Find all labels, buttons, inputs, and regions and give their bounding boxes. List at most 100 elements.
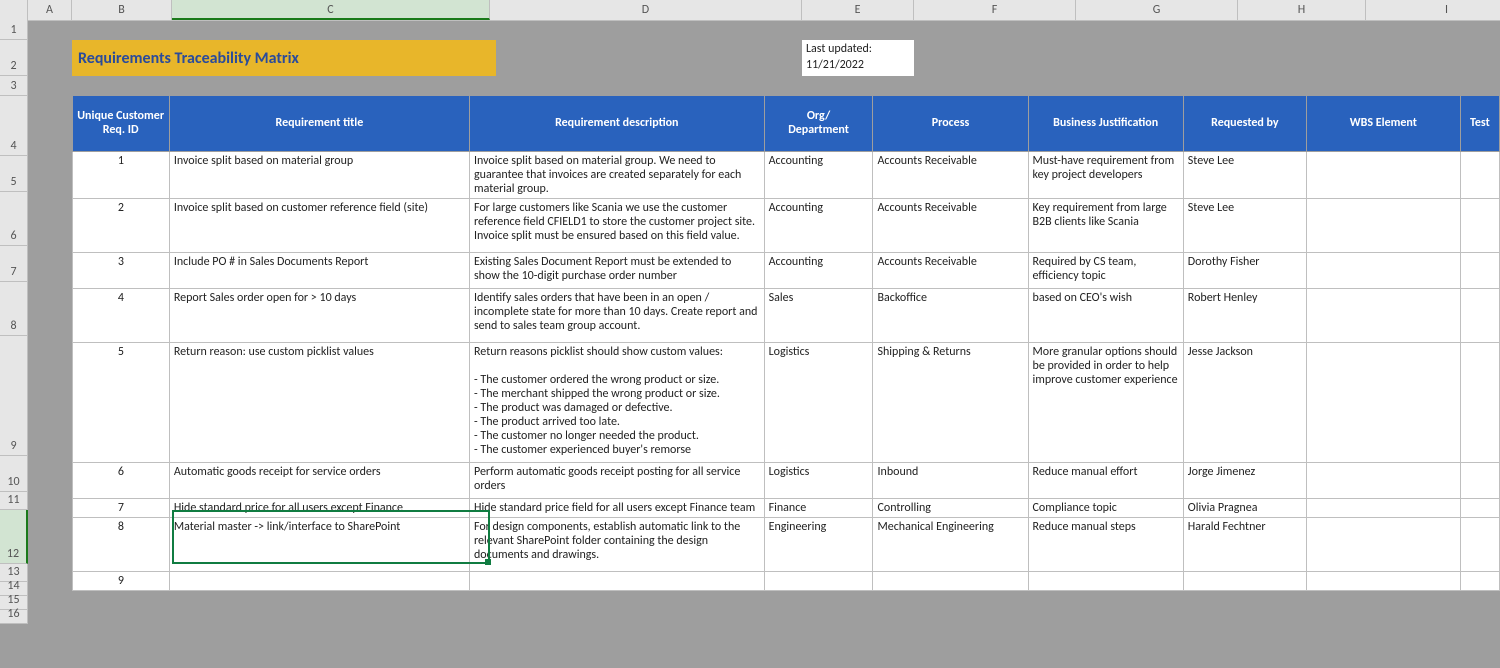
table-row[interactable]: 8Material master -> link/interface to Sh… xyxy=(73,517,1500,571)
row-header-9[interactable]: 9 xyxy=(0,336,28,456)
cell[interactable]: based on CEO's wish xyxy=(1028,288,1183,342)
cell[interactable] xyxy=(1306,462,1460,498)
cell[interactable] xyxy=(1460,498,1499,517)
cell[interactable]: Reduce manual steps xyxy=(1028,517,1183,571)
cell[interactable] xyxy=(873,571,1028,590)
table-row[interactable]: 1Invoice split based on material groupIn… xyxy=(73,151,1500,198)
column-header-G[interactable]: G xyxy=(1076,0,1238,20)
row-header-6[interactable]: 6 xyxy=(0,192,28,246)
table-header[interactable]: Org/ Department xyxy=(764,96,873,151)
column-header-I[interactable]: I xyxy=(1366,0,1500,20)
cell[interactable] xyxy=(1460,288,1499,342)
cell[interactable] xyxy=(1306,571,1460,590)
row-header-10[interactable]: 10 xyxy=(0,456,28,492)
cell[interactable]: Existing Sales Document Report must be e… xyxy=(469,252,764,288)
cell[interactable]: Accounting xyxy=(764,198,873,252)
column-header-F[interactable]: F xyxy=(914,0,1076,20)
cell[interactable]: 8 xyxy=(73,517,170,571)
cell[interactable]: 1 xyxy=(73,151,170,198)
cell[interactable]: Reduce manual effort xyxy=(1028,462,1183,498)
cell[interactable]: 2 xyxy=(73,198,170,252)
column-header-A[interactable]: A xyxy=(28,0,72,20)
cell[interactable]: Compliance topic xyxy=(1028,498,1183,517)
cell[interactable]: Hide standard price for all users except… xyxy=(169,498,469,517)
column-header-H[interactable]: H xyxy=(1238,0,1366,20)
cell[interactable]: Controlling xyxy=(873,498,1028,517)
cell[interactable] xyxy=(1306,288,1460,342)
cell[interactable] xyxy=(1306,517,1460,571)
row-header-3[interactable]: 3 xyxy=(0,76,28,96)
cell[interactable] xyxy=(1460,571,1499,590)
column-header-D[interactable]: D xyxy=(490,0,802,20)
cell[interactable]: Mechanical Engineering xyxy=(873,517,1028,571)
row-header-4[interactable]: 4 xyxy=(0,96,28,156)
row-header-11[interactable]: 11 xyxy=(0,492,28,510)
cell[interactable]: Olivia Pragnea xyxy=(1183,498,1306,517)
cell[interactable]: Engineering xyxy=(764,517,873,571)
cell[interactable]: Must-have requirement from key project d… xyxy=(1028,151,1183,198)
cell[interactable] xyxy=(1460,252,1499,288)
cell[interactable]: Key requirement from large B2B clients l… xyxy=(1028,198,1183,252)
cell[interactable]: Required by CS team, efficiency topic xyxy=(1028,252,1183,288)
cell[interactable] xyxy=(1460,198,1499,252)
select-all-corner[interactable] xyxy=(0,0,28,20)
table-header[interactable]: Process xyxy=(873,96,1028,151)
cell[interactable]: Accounting xyxy=(764,151,873,198)
cell[interactable]: Identify sales orders that have been in … xyxy=(469,288,764,342)
cell[interactable]: More granular options should be provided… xyxy=(1028,342,1183,462)
cell[interactable] xyxy=(169,571,469,590)
row-header-16[interactable]: 16 xyxy=(0,610,28,624)
table-header[interactable]: Requirement description xyxy=(469,96,764,151)
row-header-2[interactable]: 2 xyxy=(0,40,28,76)
row-header-8[interactable]: 8 xyxy=(0,282,28,336)
cell[interactable] xyxy=(1183,571,1306,590)
column-header-E[interactable]: E xyxy=(802,0,914,20)
cell[interactable]: Inbound xyxy=(873,462,1028,498)
cell[interactable]: Perform automatic goods receipt posting … xyxy=(469,462,764,498)
cell[interactable]: 6 xyxy=(73,462,170,498)
cell[interactable]: Material master -> link/interface to Sha… xyxy=(169,517,469,571)
cell[interactable]: Finance xyxy=(764,498,873,517)
cell[interactable]: 5 xyxy=(73,342,170,462)
cell[interactable]: Accounting xyxy=(764,252,873,288)
cell[interactable]: Logistics xyxy=(764,342,873,462)
cell[interactable]: Hide standard price field for all users … xyxy=(469,498,764,517)
cell[interactable]: Backoffice xyxy=(873,288,1028,342)
cell[interactable] xyxy=(1460,462,1499,498)
cell[interactable] xyxy=(1460,151,1499,198)
table-row[interactable]: 3Include PO # in Sales Documents ReportE… xyxy=(73,252,1500,288)
table-header[interactable]: Test xyxy=(1460,96,1499,151)
cell[interactable]: Steve Lee xyxy=(1183,198,1306,252)
cell[interactable]: Include PO # in Sales Documents Report xyxy=(169,252,469,288)
grid-area[interactable]: Requirements Traceability Matrix Last up… xyxy=(28,20,1500,668)
table-header[interactable]: Requirement title xyxy=(169,96,469,151)
table-row[interactable]: 9 xyxy=(73,571,1500,590)
cell[interactable]: Jorge Jimenez xyxy=(1183,462,1306,498)
cell[interactable]: Steve Lee xyxy=(1183,151,1306,198)
table-row[interactable]: 4Report Sales order open for > 10 daysId… xyxy=(73,288,1500,342)
cell[interactable] xyxy=(1028,571,1183,590)
cell[interactable] xyxy=(469,571,764,590)
cell[interactable]: Invoice split based on material group. W… xyxy=(469,151,764,198)
cell[interactable] xyxy=(1460,517,1499,571)
cell[interactable] xyxy=(1460,342,1499,462)
row-header-1[interactable]: 1 xyxy=(0,20,28,40)
row-header-5[interactable]: 5 xyxy=(0,156,28,192)
cell[interactable]: Return reasons picklist should show cust… xyxy=(469,342,764,462)
cell[interactable] xyxy=(1306,498,1460,517)
table-header[interactable]: Business Justification xyxy=(1028,96,1183,151)
table-row[interactable]: 6Automatic goods receipt for service ord… xyxy=(73,462,1500,498)
cell[interactable]: Logistics xyxy=(764,462,873,498)
table-row[interactable]: 5Return reason: use custom picklist valu… xyxy=(73,342,1500,462)
cell[interactable]: Automatic goods receipt for service orde… xyxy=(169,462,469,498)
cell[interactable]: 9 xyxy=(73,571,170,590)
cell[interactable]: 4 xyxy=(73,288,170,342)
table-header[interactable]: Requested by xyxy=(1183,96,1306,151)
cell[interactable] xyxy=(1306,151,1460,198)
cell[interactable]: Jesse Jackson xyxy=(1183,342,1306,462)
table-row[interactable]: 2Invoice split based on customer referen… xyxy=(73,198,1500,252)
cell[interactable]: 7 xyxy=(73,498,170,517)
table-header[interactable]: WBS Element xyxy=(1306,96,1460,151)
cell[interactable]: Harald Fechtner xyxy=(1183,517,1306,571)
cell[interactable]: Accounts Receivable xyxy=(873,252,1028,288)
